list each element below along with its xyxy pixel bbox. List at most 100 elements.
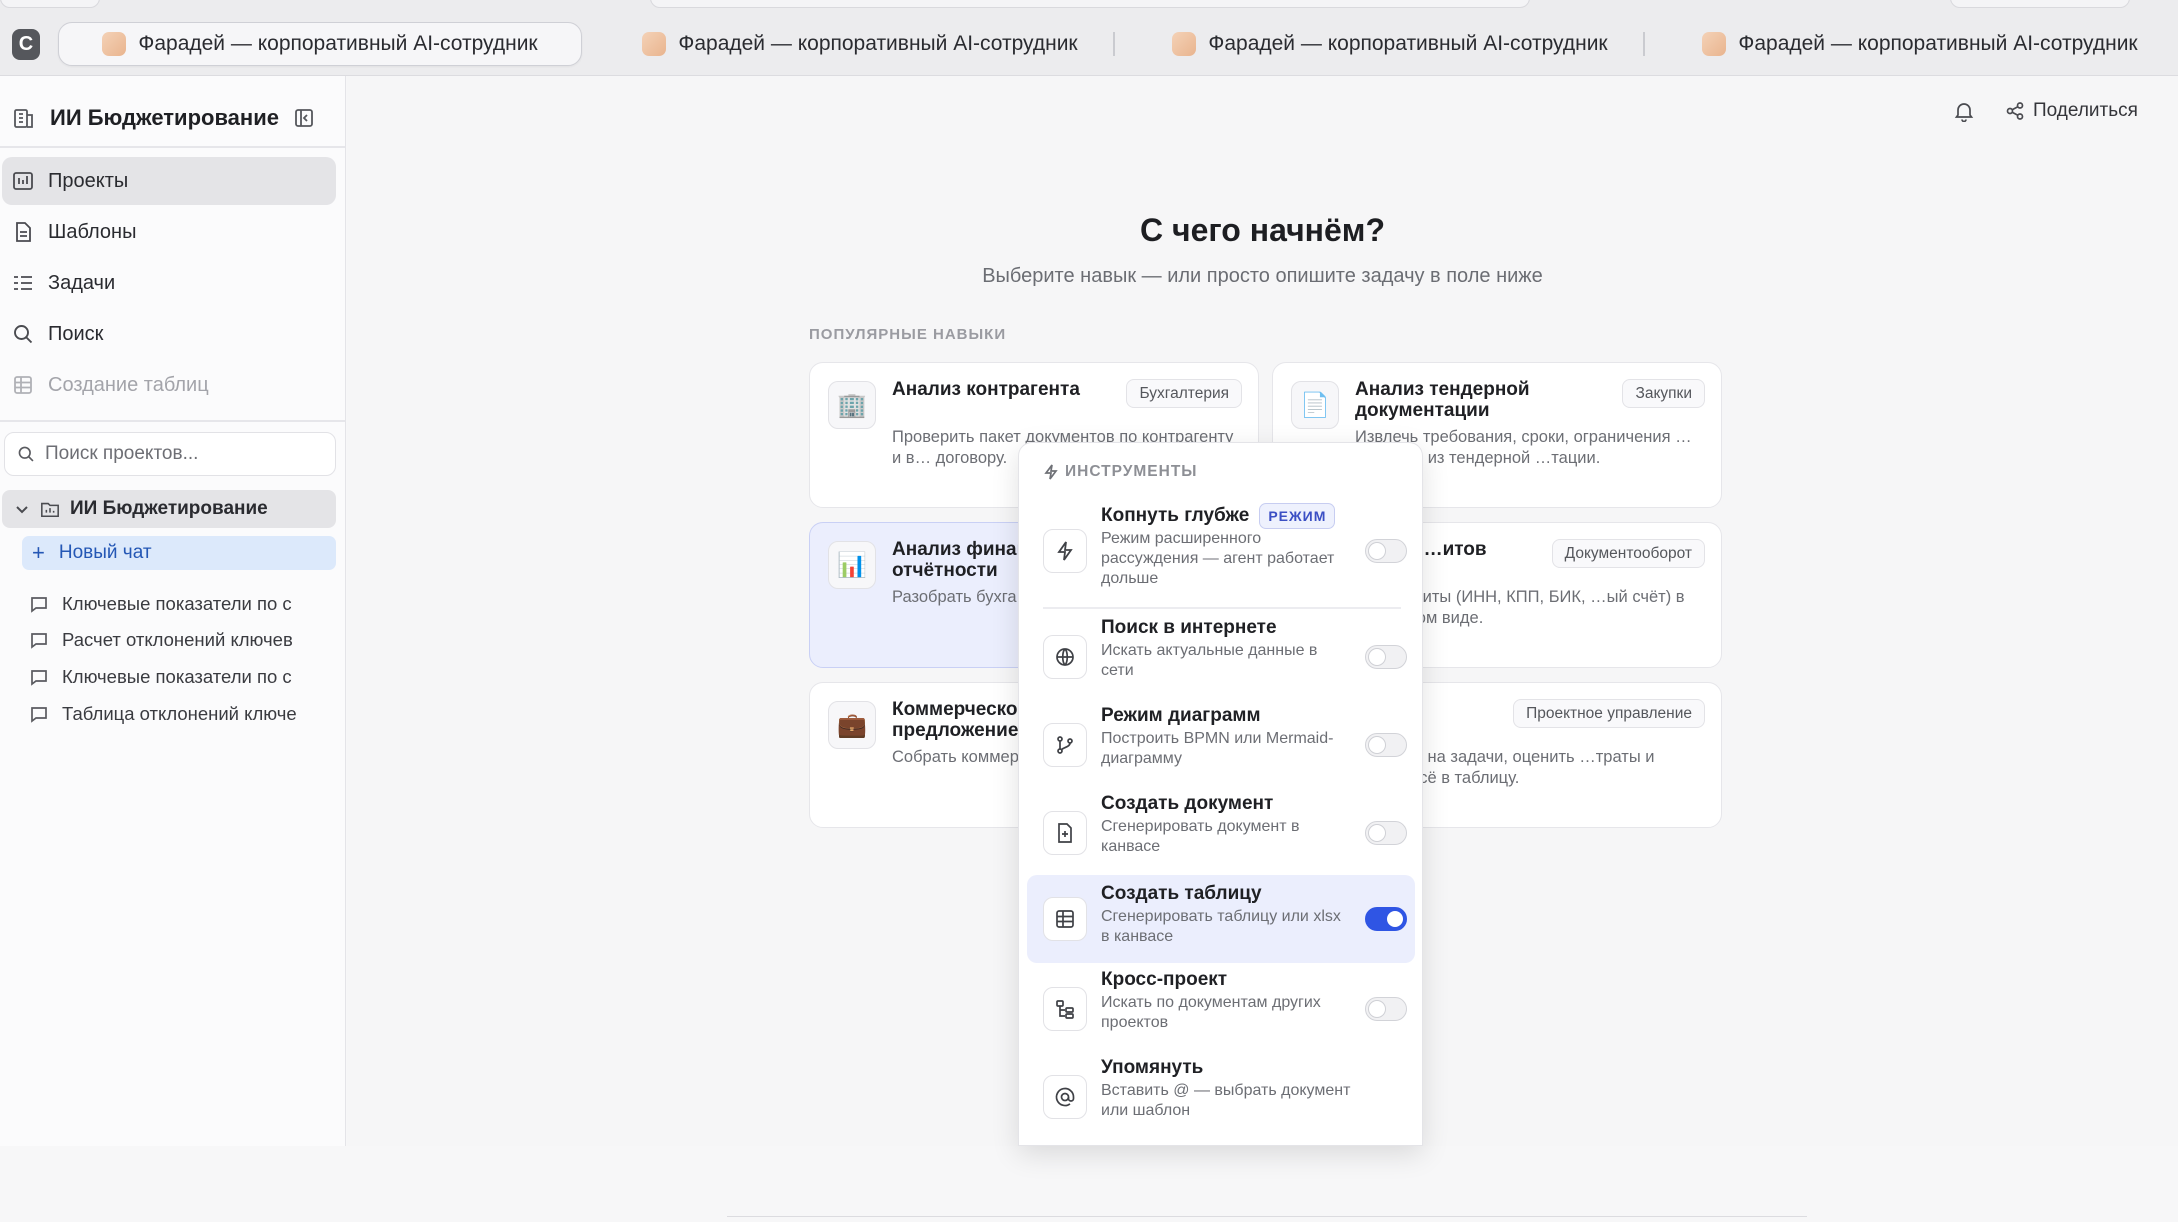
new-chat-button[interactable]: + Новый чат [22,536,336,570]
workspace-header[interactable]: ИИ Бюджетирование [12,98,332,138]
tree-icon [1043,987,1087,1031]
browser-tab-3[interactable]: Фарадей — корпоративный AI-сотрудник [1130,22,1650,66]
nav-label: Задачи [48,271,116,294]
sidebar-collapse-icon[interactable] [294,108,314,128]
notifications-button[interactable] [1953,100,1975,122]
tool-create-table[interactable]: Создать таблицу Сгенерировать таблицу ил… [1027,875,1415,963]
tool-name-text: Копнуть глубже [1101,505,1250,526]
tool-diagram-mode[interactable]: Режим диаграмм Построить BPMN или Mermai… [1027,705,1415,787]
search-icon [18,446,34,462]
share-icon [2006,102,2024,120]
browser-tab-2[interactable]: Фарадей — корпоративный AI-сотрудник [600,22,1120,66]
favicon-icon [642,32,667,56]
tool-mention[interactable]: Упомянуть Вставить @ — выбрать документ … [1027,1057,1415,1139]
plus-icon: + [32,540,45,565]
tool-deep-thinking[interactable]: Копнуть глубже РЕЖИМ Режим расширенного … [1027,497,1415,607]
chat-item[interactable]: Расчет отклонений ключев [30,625,330,655]
building-icon [14,109,33,128]
tool-name: Копнуть глубже РЕЖИМ [1101,503,1336,529]
mode-badge: РЕЖИМ [1259,503,1336,529]
share-label: Поделиться [2033,100,2138,121]
toggle-create-document[interactable] [1365,821,1407,845]
toolbar-fragment [0,0,100,8]
nav-item-search[interactable]: Поиск [2,310,336,358]
tool-name: Режим диаграмм [1101,705,1261,726]
chat-icon [31,633,47,649]
projects-icon [13,172,33,190]
search-icon [14,325,33,344]
page-title: С чего начнём? [1140,212,1385,248]
tab-title: Фарадей — корпоративный AI-сотрудник [678,32,1078,55]
building-icon: 🏢 [828,381,876,429]
workspace-title: ИИ Бюджетирование [50,105,279,130]
chart-icon: 📊 [828,541,876,589]
chat-icon [31,597,47,613]
chat-title: Таблица отклонений ключе [62,703,297,724]
nav-label: Создание таблиц [48,373,209,396]
search-placeholder: Поиск проектов... [45,443,199,464]
app-icon[interactable]: C [12,29,40,60]
tab-title: Фарадей — корпоративный AI-сотрудник [138,32,538,55]
tool-cross-project[interactable]: Кросс-проект Искать по документам других… [1027,969,1415,1051]
favicon-icon [102,32,127,56]
nav-item-templates[interactable]: Шаблоны [2,208,336,256]
toggle-deep-thinking[interactable] [1365,539,1407,563]
tool-desc: Сгенерировать документ в канвасе [1101,818,1300,855]
tools-popup: ИНСТРУМЕНТЫ Копнуть глубже РЕЖИМ Режим р… [1018,442,1423,1146]
nav-item-create-tables[interactable]: Создание таблиц [2,361,336,409]
table-icon [1043,897,1087,941]
composer-edge [727,1216,1807,1222]
favicon-icon [1702,32,1727,56]
card-tag: Проектное управление [1513,699,1705,728]
address-bar-fragment[interactable] [650,0,1530,8]
tool-web-search[interactable]: Поиск в интернете Искать актуальные данн… [1027,617,1415,699]
chevron-down-icon[interactable] [14,501,30,517]
card-title: Анализ контрагента [892,379,1080,400]
tool-name: Поиск в интернете [1101,617,1277,638]
divider [1043,607,1401,609]
toggle-web-search[interactable] [1365,645,1407,669]
chat-item[interactable]: Ключевые показатели по с [30,589,330,619]
tool-desc: Режим расширенного рассуждения — агент р… [1101,530,1335,587]
nav-label: Проекты [48,169,129,192]
chat-item[interactable]: Ключевые показатели по с [30,662,330,692]
project-name: ИИ Бюджетирование [70,498,268,519]
toggle-cross-project[interactable] [1365,997,1407,1021]
git-branch-icon [1043,723,1087,767]
chat-title: Ключевые показатели по с [62,666,292,687]
table-icon [14,376,32,394]
sidebar: ИИ Бюджетирование Проекты Шаблоны Задачи… [0,76,346,1146]
toggle-diagram-mode[interactable] [1365,733,1407,757]
project-item[interactable]: ИИ Бюджетирование [2,490,336,528]
tab-divider [1643,32,1645,56]
chat-title: Ключевые показатели по с [62,593,292,614]
toggle-create-table[interactable] [1365,907,1407,931]
chat-item[interactable]: Таблица отклонений ключе [30,699,330,729]
briefcase-icon: 💼 [828,701,876,749]
tool-create-document[interactable]: Создать документ Сгенерировать документ … [1027,793,1415,875]
share-button[interactable]: Поделиться [2005,100,2138,122]
new-chat-label: Новый чат [58,542,152,563]
nav-item-tasks[interactable]: Задачи [2,259,336,307]
lightning-icon [1044,464,1058,480]
at-sign-icon [1043,1075,1087,1119]
browser-tab-4[interactable]: Фарадей — корпоративный AI-сотрудник [1660,22,2178,66]
tab-divider [1113,32,1115,56]
file-plus-icon [1043,811,1087,855]
tool-desc: Искать актуальные данные в сети [1101,642,1318,679]
nav-label: Шаблоны [48,220,137,243]
project-search-input[interactable]: Поиск проектов... [4,432,336,476]
folder-icon [41,502,59,518]
lightning-icon [1043,529,1087,573]
card-tag: Документооборот [1551,539,1705,568]
nav-item-projects[interactable]: Проекты [2,157,336,205]
nav-label: Поиск [48,322,104,345]
tool-desc: Искать по документам других проектов [1101,994,1321,1031]
browser-tab-1[interactable]: Фарадей — корпоративный AI-сотрудник [58,22,582,66]
toolbar-fragment [1950,0,2130,8]
tools-header: ИНСТРУМЕНТЫ [1043,463,1197,481]
tool-desc: Построить BPMN или Mermaid-диаграмму [1101,730,1334,767]
tool-name: Создать таблицу [1101,883,1262,904]
favicon-icon [1172,32,1197,56]
divider [0,420,345,422]
